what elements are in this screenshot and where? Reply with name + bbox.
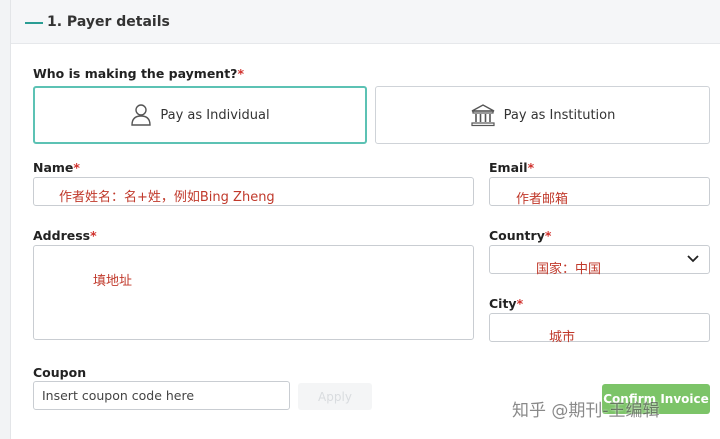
address-field[interactable]	[33, 245, 474, 340]
collapse-dash-icon[interactable]	[25, 22, 43, 24]
institution-icon	[470, 103, 496, 127]
email-annotation: 作者邮箱	[516, 192, 569, 207]
coupon-label: Coupon	[33, 365, 87, 380]
payer-type-label: Who is making the payment?*	[33, 66, 244, 81]
pay-as-institution-option[interactable]: Pay as Institution	[375, 86, 710, 144]
city-label: City*	[489, 296, 524, 311]
apply-coupon-button[interactable]: Apply	[298, 383, 372, 410]
pay-as-institution-label: Pay as Institution	[503, 107, 616, 123]
name-annotation: 作者姓名：名+姓，例如Bing Zheng	[59, 190, 275, 205]
section-header[interactable]: 1. Payer details	[11, 0, 720, 44]
city-field[interactable]	[489, 313, 710, 342]
country-annotation: 国家：中国	[536, 262, 602, 277]
pay-as-individual-option[interactable]: Pay as Individual	[33, 86, 367, 144]
section-title: 1. Payer details	[47, 14, 170, 30]
email-label: Email*	[489, 160, 535, 175]
person-icon	[130, 103, 152, 127]
payer-details-card: 1. Payer details Who is making the payme…	[10, 0, 720, 439]
coupon-input[interactable]	[33, 381, 290, 410]
city-annotation: 城市	[549, 330, 576, 345]
pay-as-individual-label: Pay as Individual	[160, 107, 270, 123]
chevron-down-icon[interactable]	[687, 254, 699, 264]
name-label: Name*	[33, 160, 80, 175]
watermark-text: 知乎 @期刊-王编辑	[512, 401, 660, 421]
address-label: Address*	[33, 228, 97, 243]
country-label: Country*	[489, 228, 552, 243]
address-annotation: 填地址	[93, 274, 133, 289]
